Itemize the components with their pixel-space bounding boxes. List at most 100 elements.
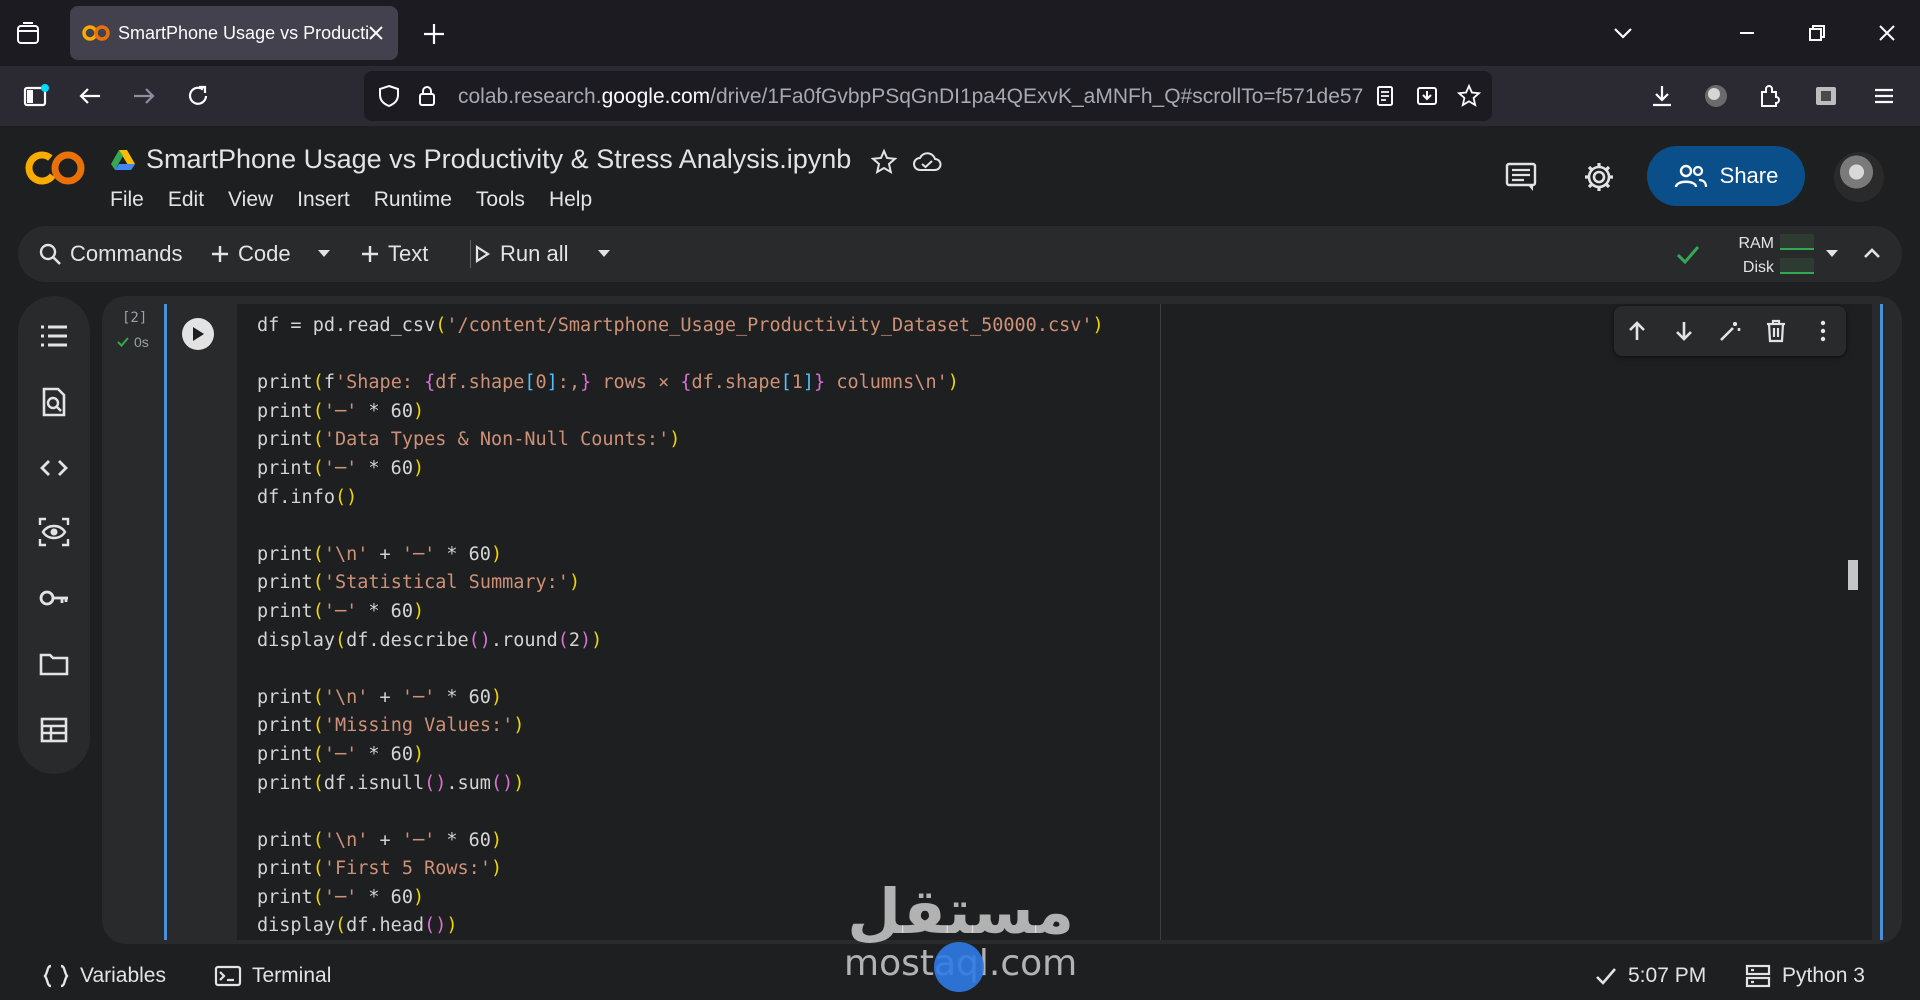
server-icon bbox=[1745, 964, 1771, 988]
downloads-icon[interactable] bbox=[1648, 82, 1676, 110]
menu-edit[interactable]: Edit bbox=[168, 188, 204, 212]
search-icon bbox=[39, 243, 61, 265]
commands-button[interactable]: Commands bbox=[38, 226, 182, 282]
left-sidebar bbox=[18, 296, 90, 774]
url-text[interactable]: colab.research.google.com/drive/1Fa0fGvb… bbox=[458, 85, 1363, 109]
browser-tab-active[interactable]: SmartPhone Usage vs Productiv bbox=[70, 6, 398, 60]
move-cell-down-icon[interactable] bbox=[1671, 318, 1697, 344]
notebook-title[interactable]: SmartPhone Usage vs Productivity & Stres… bbox=[146, 144, 851, 175]
colab-favicon-icon bbox=[82, 25, 110, 41]
star-icon[interactable] bbox=[870, 148, 898, 176]
run-all-dropdown-caret-icon[interactable] bbox=[596, 248, 612, 260]
minimize-icon[interactable] bbox=[1734, 20, 1760, 46]
forward-icon[interactable] bbox=[130, 82, 158, 110]
plus-icon bbox=[212, 246, 228, 262]
cell-right-border bbox=[1880, 304, 1883, 940]
sidebar-toggle-icon[interactable] bbox=[22, 82, 50, 110]
menu-file[interactable]: File bbox=[110, 188, 144, 212]
menu-tools[interactable]: Tools bbox=[476, 188, 525, 212]
add-text-cell-button[interactable]: Text bbox=[360, 226, 428, 282]
account-icon[interactable] bbox=[1702, 82, 1730, 110]
files-folder-icon[interactable] bbox=[38, 648, 70, 680]
menu-help[interactable]: Help bbox=[549, 188, 592, 212]
code-snippets-icon[interactable] bbox=[38, 452, 70, 484]
cell-toolbar bbox=[1614, 306, 1846, 356]
list-all-tabs-icon[interactable] bbox=[1610, 20, 1636, 46]
lock-icon[interactable] bbox=[414, 83, 440, 109]
cell-focus-bar bbox=[164, 304, 167, 940]
save-to-pocket-icon[interactable] bbox=[1414, 83, 1440, 109]
colab-logo-icon[interactable] bbox=[24, 148, 86, 188]
code-text[interactable]: df = pd.read_csv('/content/Smartphone_Us… bbox=[257, 312, 1104, 941]
notebook-toolbar: Commands Code Text Run all RAM Disk bbox=[18, 226, 1902, 282]
secrets-key-icon[interactable] bbox=[38, 582, 70, 614]
extension-app-icon[interactable] bbox=[1812, 82, 1840, 110]
code-editor-empty-area[interactable] bbox=[1162, 304, 1872, 940]
connected-check-icon[interactable] bbox=[1674, 240, 1702, 268]
plus-icon bbox=[362, 246, 378, 262]
terminal-button[interactable]: Terminal bbox=[214, 952, 331, 1000]
code-cell[interactable]: [2] 0s df = pd.read_csv('/content/Smartp… bbox=[102, 296, 1902, 944]
browser-nav-bar: colab.research.google.com/drive/1Fa0fGvb… bbox=[0, 66, 1920, 126]
people-icon bbox=[1674, 164, 1707, 188]
editor-scrollbar-thumb[interactable] bbox=[1848, 560, 1858, 590]
extensions-icon[interactable] bbox=[1756, 82, 1784, 110]
reader-view-icon[interactable] bbox=[1372, 83, 1398, 109]
add-code-cell-button[interactable]: Code bbox=[210, 226, 291, 282]
tab-close-icon[interactable] bbox=[366, 23, 386, 43]
menu-bar: File Edit View Insert Runtime Tools Help bbox=[110, 188, 616, 212]
colab-header: SmartPhone Usage vs Productivity & Stres… bbox=[0, 126, 1920, 226]
share-button[interactable]: Share bbox=[1647, 146, 1805, 206]
code-dropdown-caret-icon[interactable] bbox=[316, 248, 332, 260]
run-cell-button[interactable] bbox=[182, 318, 214, 350]
back-icon[interactable] bbox=[76, 82, 104, 110]
menu-insert[interactable]: Insert bbox=[297, 188, 350, 212]
check-icon bbox=[1596, 968, 1616, 985]
avatar[interactable] bbox=[1834, 152, 1884, 202]
status-bar: Variables Terminal 5:07 PM Python 3 bbox=[0, 952, 1920, 1000]
hamburger-menu-icon[interactable] bbox=[1870, 82, 1898, 110]
move-cell-up-icon[interactable] bbox=[1624, 318, 1650, 344]
cloud-saved-icon[interactable] bbox=[912, 148, 942, 176]
reload-icon[interactable] bbox=[184, 82, 212, 110]
bookmark-star-icon[interactable] bbox=[1456, 83, 1482, 109]
variables-braces-icon bbox=[43, 964, 69, 988]
editor-ruler bbox=[1160, 304, 1161, 940]
tab-title: SmartPhone Usage vs Productiv bbox=[118, 22, 368, 43]
code-editor[interactable]: df = pd.read_csv('/content/Smartphone_Us… bbox=[237, 304, 1249, 940]
disk-usage-bar bbox=[1780, 258, 1814, 274]
toolbar-divider bbox=[470, 240, 471, 268]
terminal-icon bbox=[214, 965, 242, 987]
execution-count: [2] bbox=[122, 310, 148, 326]
settings-gear-icon[interactable] bbox=[1582, 160, 1616, 194]
google-drive-icon[interactable] bbox=[110, 148, 136, 172]
close-window-icon[interactable] bbox=[1874, 20, 1900, 46]
variable-inspector-icon[interactable] bbox=[38, 516, 70, 548]
more-options-icon[interactable] bbox=[1810, 318, 1836, 344]
runtime-type-button[interactable]: Python 3 bbox=[1744, 952, 1865, 1000]
find-replace-icon[interactable] bbox=[38, 386, 70, 418]
chevron-up-icon[interactable] bbox=[1860, 242, 1884, 266]
resource-labels[interactable]: RAM Disk bbox=[1736, 232, 1774, 280]
menu-runtime[interactable]: Runtime bbox=[374, 188, 452, 212]
delete-cell-icon[interactable] bbox=[1763, 318, 1789, 344]
address-bar[interactable]: colab.research.google.com/drive/1Fa0fGvb… bbox=[364, 71, 1492, 121]
ram-usage-bar bbox=[1780, 234, 1814, 250]
table-of-contents-icon[interactable] bbox=[38, 320, 70, 352]
tab-list-icon[interactable] bbox=[12, 18, 44, 50]
run-all-button[interactable]: Run all bbox=[472, 226, 568, 282]
comments-icon[interactable] bbox=[1504, 160, 1538, 194]
new-tab-icon[interactable] bbox=[420, 20, 448, 48]
play-icon bbox=[475, 244, 491, 264]
restore-icon[interactable] bbox=[1804, 20, 1830, 46]
menu-view[interactable]: View bbox=[228, 188, 273, 212]
execution-time-status[interactable]: 5:07 PM bbox=[1594, 952, 1706, 1000]
data-table-icon[interactable] bbox=[38, 714, 70, 746]
play-icon bbox=[193, 327, 204, 341]
edit-cell-icon[interactable] bbox=[1717, 318, 1743, 344]
check-icon bbox=[117, 337, 129, 347]
variables-button[interactable]: Variables bbox=[42, 952, 166, 1000]
shield-icon[interactable] bbox=[376, 83, 402, 109]
share-label: Share bbox=[1719, 163, 1779, 188]
resources-dropdown-caret-icon[interactable] bbox=[1824, 248, 1840, 260]
